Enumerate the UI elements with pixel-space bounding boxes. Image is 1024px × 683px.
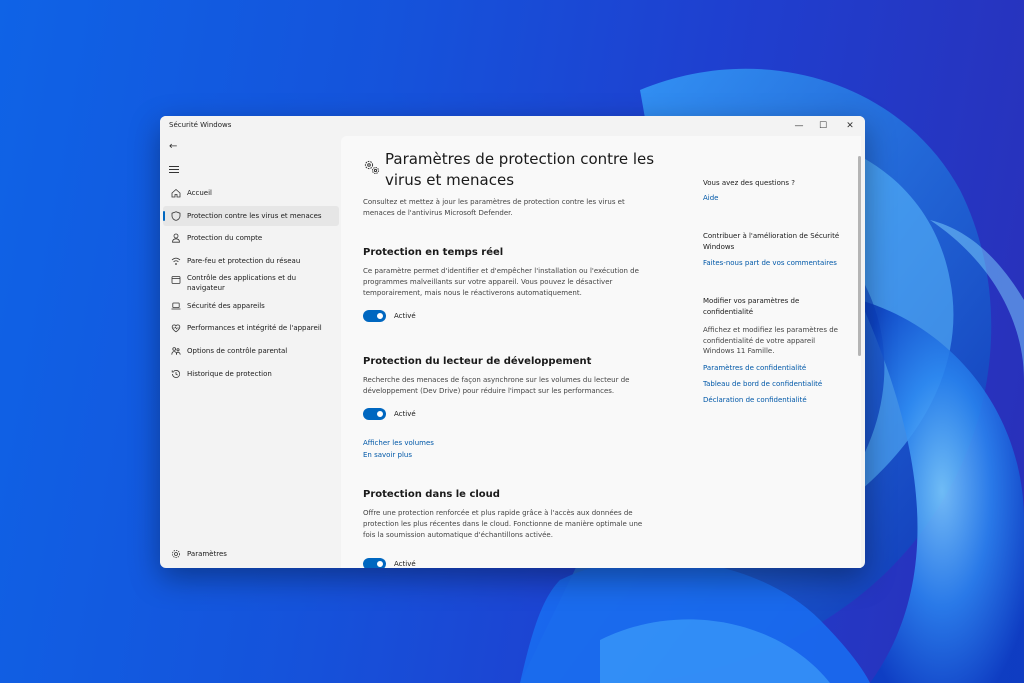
toggle-label: Activé	[394, 312, 416, 320]
shield-icon	[171, 211, 181, 221]
person-icon	[172, 233, 180, 243]
wifi-icon	[171, 257, 181, 265]
sidebar-item-firewall[interactable]: Pare-feu et protection du réseau	[163, 251, 339, 271]
sidebar-item-label: Protection du compte	[187, 234, 263, 242]
close-button[interactable]: ✕	[841, 119, 859, 133]
laptop-icon	[171, 302, 181, 310]
privacy-heading: Modifier vos paramètres de confidentiali…	[703, 297, 800, 316]
sidebar-item-device-performance[interactable]: Performances et intégrité de l'appareil	[163, 318, 339, 338]
privacy-dashboard-link[interactable]: Tableau de bord de confidentialité	[703, 380, 822, 388]
sidebar-item-label: Paramètres	[187, 550, 227, 558]
dev-drive-protection-toggle[interactable]	[363, 408, 386, 420]
help-link[interactable]: Aide	[703, 194, 718, 202]
history-icon	[171, 370, 181, 378]
show-volumes-link[interactable]: Afficher les volumes	[363, 439, 434, 447]
privacy-settings-link[interactable]: Paramètres de confidentialité	[703, 364, 806, 372]
sidebar-item-label: Contrôle des applications et du navigate…	[187, 274, 297, 292]
minimize-button[interactable]: —	[790, 119, 808, 133]
realtime-protection-toggle[interactable]	[363, 310, 386, 322]
title-bar[interactable]: Sécurité Windows — ☐ ✕	[160, 116, 865, 136]
back-arrow-icon[interactable]: ←	[169, 140, 183, 154]
sidebar-item-settings[interactable]: Paramètres	[163, 544, 339, 564]
section-description-cloud: Offre une protection renforcée et plus r…	[363, 509, 643, 539]
section-title-realtime: Protection en temps réel	[363, 247, 504, 258]
privacy-statement-link[interactable]: Déclaration de confidentialité	[703, 396, 807, 404]
section-description-realtime: Ce paramètre permet d'identifier et d'em…	[363, 267, 639, 297]
cloud-protection-toggle[interactable]	[363, 558, 386, 568]
page-description: Consultez et mettez à jour les paramètre…	[363, 198, 625, 217]
main-content[interactable]: Paramètres de protection contre les viru…	[341, 136, 861, 568]
toggle-label: Activé	[394, 410, 416, 418]
windows-security-window: Sécurité Windows — ☐ ✕ ← Accueil Protect…	[160, 116, 865, 568]
section-description-dev-drive: Recherche des menaces de façon asynchron…	[363, 376, 630, 395]
window-title: Sécurité Windows	[169, 121, 232, 129]
sidebar-item-family-options[interactable]: Options de contrôle parental	[163, 341, 339, 361]
home-icon	[171, 188, 181, 198]
vertical-scrollbar[interactable]	[858, 156, 861, 356]
sidebar-item-protection-history[interactable]: Historique de protection	[163, 364, 339, 384]
heart-icon	[171, 324, 181, 333]
questions-heading: Vous avez des questions ?	[703, 179, 795, 187]
sidebar-item-label: Performances et intégrité de l'appareil	[187, 324, 322, 332]
hamburger-menu-icon[interactable]	[169, 164, 183, 178]
family-icon	[171, 347, 181, 355]
maximize-button[interactable]: ☐	[814, 119, 832, 133]
sidebar-item-app-browser-control[interactable]: Contrôle des applications et du navigate…	[163, 270, 339, 298]
sidebar-item-virus-protection[interactable]: Protection contre les virus et menaces	[163, 206, 339, 226]
sidebar-item-account-protection[interactable]: Protection du compte	[163, 228, 339, 248]
sidebar-item-label: Pare-feu et protection du réseau	[187, 257, 301, 265]
sidebar: ← Accueil Protection contre les virus et…	[160, 136, 341, 568]
learn-more-link[interactable]: En savoir plus	[363, 451, 412, 459]
sidebar-item-home[interactable]: Accueil	[163, 183, 339, 203]
gears-icon	[364, 160, 379, 174]
sidebar-item-label: Historique de protection	[187, 370, 272, 378]
feedback-link[interactable]: Faites-nous part de vos commentaires	[703, 259, 837, 267]
privacy-description: Affichez et modifiez les paramètres de c…	[703, 326, 838, 355]
toggle-label: Activé	[394, 560, 416, 568]
sidebar-item-device-security[interactable]: Sécurité des appareils	[163, 296, 339, 316]
sidebar-item-label: Sécurité des appareils	[187, 302, 265, 310]
section-title-cloud: Protection dans le cloud	[363, 489, 500, 500]
improve-heading: Contribuer à l'amélioration de Sécurité …	[703, 232, 840, 251]
app-window-icon	[171, 276, 181, 284]
sidebar-item-label: Options de contrôle parental	[187, 347, 288, 355]
section-title-dev-drive: Protection du lecteur de développement	[363, 356, 592, 367]
sidebar-item-label: Protection contre les virus et menaces	[187, 212, 322, 220]
page-title: Paramètres de protection contre les viru…	[385, 150, 655, 189]
gear-icon	[172, 550, 180, 558]
sidebar-item-label: Accueil	[187, 189, 212, 197]
